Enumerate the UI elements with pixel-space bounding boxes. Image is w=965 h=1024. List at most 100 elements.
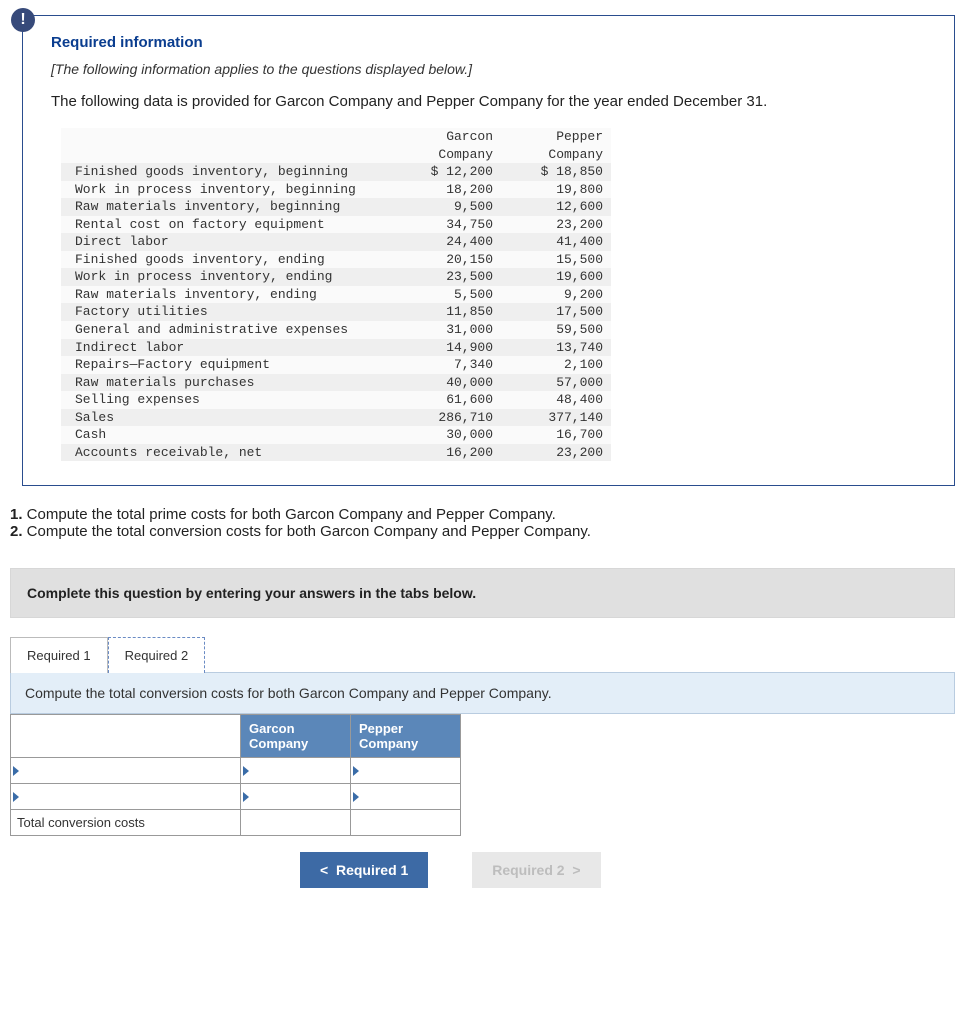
data-row-pepper: 15,500	[501, 251, 611, 269]
data-row-garcon: 14,900	[391, 339, 501, 357]
data-row-label: Direct labor	[61, 233, 391, 251]
data-row-label: Cash	[61, 426, 391, 444]
required-info-title: Required information	[51, 34, 926, 51]
tab-required-1[interactable]: Required 1	[10, 637, 108, 673]
data-row: Sales286,710377,140	[61, 409, 611, 427]
question-1: 1. Compute the total prime costs for bot…	[10, 506, 955, 523]
entry-pepper-input-2[interactable]	[362, 785, 460, 809]
data-row-label: Sales	[61, 409, 391, 427]
data-row: Finished goods inventory, beginning$ 12,…	[61, 163, 611, 181]
entry-label-input-1[interactable]	[22, 759, 240, 783]
entry-header-garcon: Garcon Company	[241, 715, 351, 758]
data-row-pepper: 2,100	[501, 356, 611, 374]
data-row-pepper: 41,400	[501, 233, 611, 251]
data-row-label: Selling expenses	[61, 391, 391, 409]
data-table: Garcon Pepper Company Company Finished g…	[61, 128, 611, 461]
data-row-garcon: 9,500	[391, 198, 501, 216]
data-row-garcon: 11,850	[391, 303, 501, 321]
col-header-garcon-sub: Company	[391, 146, 501, 164]
data-row-label: Rental cost on factory equipment	[61, 216, 391, 234]
info-note: [The following information applies to th…	[51, 61, 926, 77]
chevron-left-icon: <	[320, 862, 336, 878]
data-row-garcon: 286,710	[391, 409, 501, 427]
data-row-garcon: $ 12,200	[391, 163, 501, 181]
intro-text: The following data is provided for Garco…	[51, 93, 926, 110]
question-list: 1. Compute the total prime costs for bot…	[10, 506, 955, 540]
data-row: General and administrative expenses31,00…	[61, 321, 611, 339]
data-row-garcon: 23,500	[391, 268, 501, 286]
dropdown-icon[interactable]	[13, 792, 19, 802]
info-box: Required information [The following info…	[22, 15, 955, 486]
data-row: Finished goods inventory, ending20,15015…	[61, 251, 611, 269]
dropdown-icon[interactable]	[13, 766, 19, 776]
question-2: 2. Compute the total conversion costs fo…	[10, 523, 955, 540]
data-row-garcon: 31,000	[391, 321, 501, 339]
data-row: Cash30,00016,700	[61, 426, 611, 444]
data-row-pepper: 48,400	[501, 391, 611, 409]
data-row: Direct labor24,40041,400	[61, 233, 611, 251]
dropdown-icon[interactable]	[243, 766, 249, 776]
data-row-garcon: 61,600	[391, 391, 501, 409]
entry-table: Garcon Company Pepper Company Total conv…	[10, 714, 461, 836]
data-row-garcon: 5,500	[391, 286, 501, 304]
entry-label-input-2[interactable]	[22, 785, 240, 809]
entry-total-label: Total conversion costs	[11, 810, 241, 836]
data-row-pepper: 59,500	[501, 321, 611, 339]
entry-pepper-input-1[interactable]	[362, 759, 460, 783]
data-row: Selling expenses61,60048,400	[61, 391, 611, 409]
data-row-pepper: 19,800	[501, 181, 611, 199]
data-row-garcon: 30,000	[391, 426, 501, 444]
data-row-label: Work in process inventory, ending	[61, 268, 391, 286]
data-row-pepper: 19,600	[501, 268, 611, 286]
col-header-pepper: Pepper	[501, 128, 611, 146]
data-row-pepper: 13,740	[501, 339, 611, 357]
data-row-label: Work in process inventory, beginning	[61, 181, 391, 199]
data-row-garcon: 20,150	[391, 251, 501, 269]
nav-prev-button[interactable]: < Required 1	[300, 852, 428, 888]
data-row-label: Accounts receivable, net	[61, 444, 391, 462]
data-row-pepper: 9,200	[501, 286, 611, 304]
data-row: Raw materials inventory, ending5,5009,20…	[61, 286, 611, 304]
chevron-right-icon: >	[565, 862, 581, 878]
data-row-garcon: 16,200	[391, 444, 501, 462]
data-row-pepper: 23,200	[501, 216, 611, 234]
tab-required-2[interactable]: Required 2	[108, 637, 206, 673]
data-row-label: Finished goods inventory, ending	[61, 251, 391, 269]
entry-garcon-total[interactable]	[241, 811, 350, 835]
data-row: Factory utilities11,85017,500	[61, 303, 611, 321]
col-header-garcon: Garcon	[391, 128, 501, 146]
data-row: Rental cost on factory equipment34,75023…	[61, 216, 611, 234]
alert-icon: !	[11, 8, 35, 32]
data-row: Raw materials inventory, beginning9,5001…	[61, 198, 611, 216]
data-row: Repairs—Factory equipment7,3402,100	[61, 356, 611, 374]
instruction-bar: Complete this question by entering your …	[10, 568, 955, 618]
data-row-pepper: 17,500	[501, 303, 611, 321]
data-row-pepper: 23,200	[501, 444, 611, 462]
dropdown-icon[interactable]	[243, 792, 249, 802]
nav-next-button: Required 2 >	[472, 852, 600, 888]
data-row-label: General and administrative expenses	[61, 321, 391, 339]
data-row-garcon: 40,000	[391, 374, 501, 392]
nav-buttons: < Required 1 Required 2 >	[10, 852, 955, 888]
entry-garcon-input-2[interactable]	[252, 785, 350, 809]
data-row-pepper: 12,600	[501, 198, 611, 216]
entry-header-pepper: Pepper Company	[351, 715, 461, 758]
tabs-row: Required 1Required 2	[10, 636, 955, 672]
data-row: Indirect labor14,90013,740	[61, 339, 611, 357]
answer-area: Complete this question by entering your …	[10, 568, 955, 888]
data-row-label: Raw materials inventory, ending	[61, 286, 391, 304]
data-row-garcon: 18,200	[391, 181, 501, 199]
data-row-pepper: $ 18,850	[501, 163, 611, 181]
data-row-garcon: 34,750	[391, 216, 501, 234]
dropdown-icon[interactable]	[353, 792, 359, 802]
entry-header-blank	[11, 715, 241, 758]
entry-garcon-input-1[interactable]	[252, 759, 350, 783]
data-row-pepper: 16,700	[501, 426, 611, 444]
data-row-label: Raw materials purchases	[61, 374, 391, 392]
data-row-label: Indirect labor	[61, 339, 391, 357]
tab-description: Compute the total conversion costs for b…	[10, 672, 955, 714]
data-row: Work in process inventory, ending23,5001…	[61, 268, 611, 286]
dropdown-icon[interactable]	[353, 766, 359, 776]
entry-pepper-total[interactable]	[351, 811, 460, 835]
data-row: Raw materials purchases40,00057,000	[61, 374, 611, 392]
